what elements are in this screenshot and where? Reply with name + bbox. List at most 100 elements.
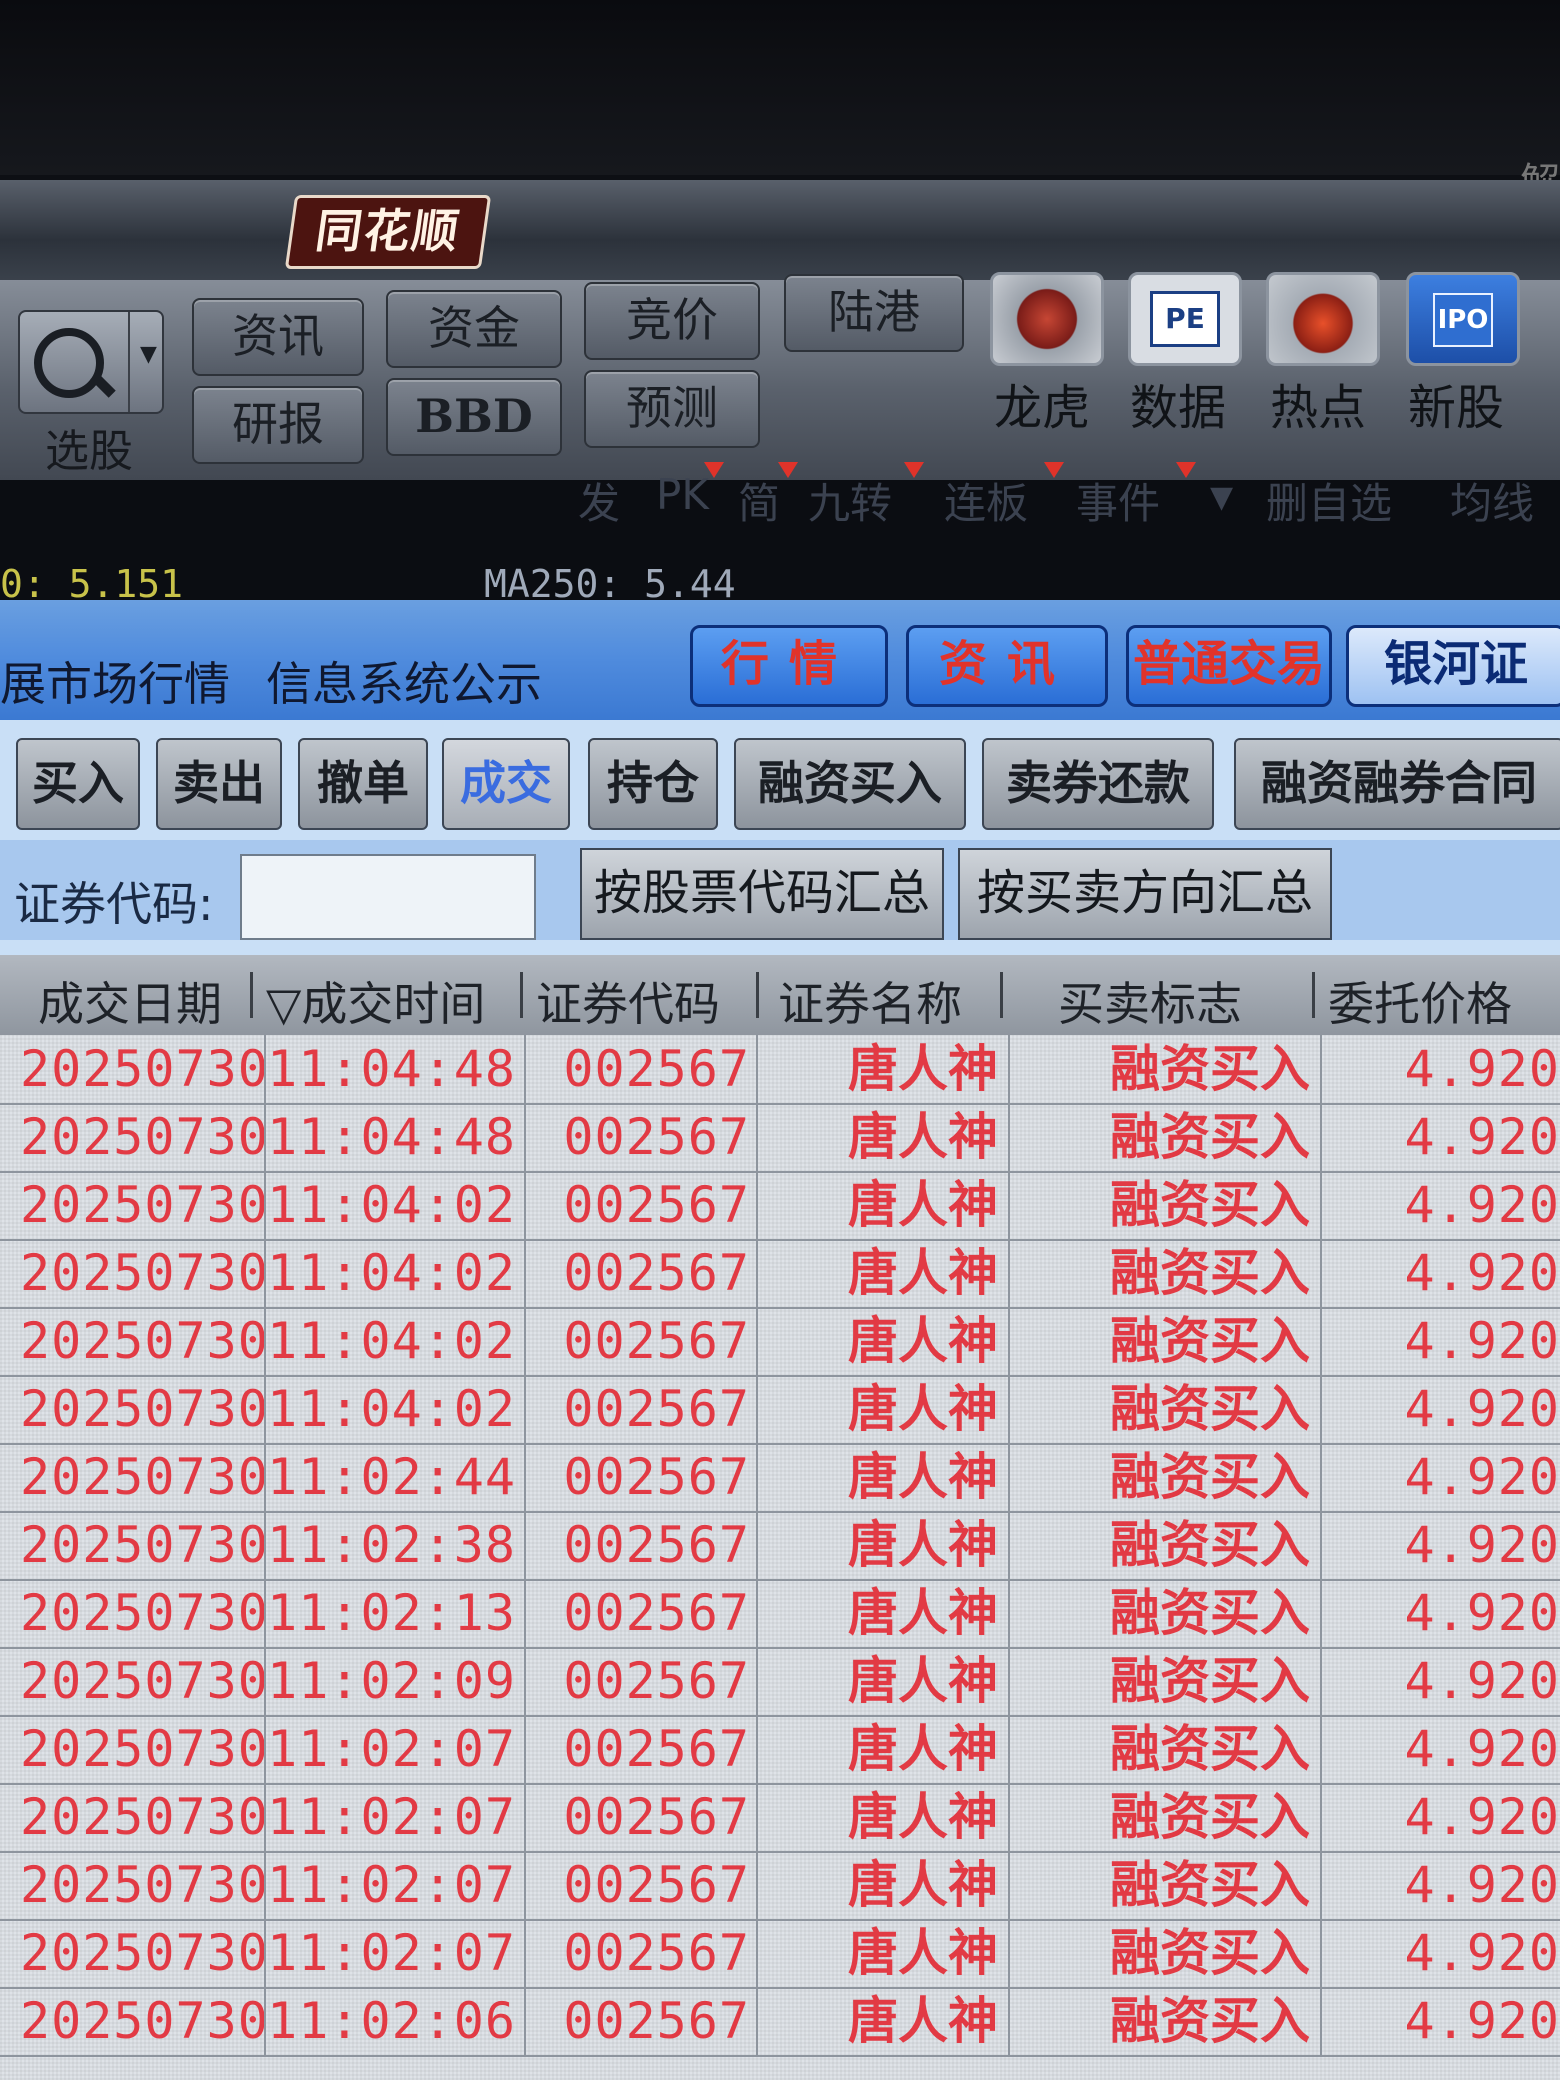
table-row[interactable]: 20250730 11:04:48 002567 唐人神 融资买入 4.920 bbox=[0, 1103, 1560, 1173]
column-header-time[interactable]: ▽成交时间 bbox=[266, 968, 485, 1034]
cell-price: 4.920 bbox=[1404, 1924, 1560, 1982]
table-row[interactable]: 20250730 11:02:13 002567 唐人神 融资买入 4.920 bbox=[0, 1579, 1560, 1649]
toolbar-research-button[interactable]: 研报 bbox=[192, 386, 364, 464]
trade-tab-margin-contract[interactable]: 融资融券合同 bbox=[1234, 738, 1560, 830]
table-row[interactable]: 20250730 11:02:07 002567 唐人神 融资买入 4.920 bbox=[0, 1783, 1560, 1853]
cell-side: 融资买入 bbox=[1010, 1239, 1322, 1307]
cell-side: 融资买入 bbox=[1010, 1103, 1322, 1171]
toolbar-hk-connect-button[interactable]: 陆港 bbox=[784, 274, 964, 352]
table-row[interactable]: 20250730 11:02:09 002567 唐人神 融资买入 4.920 bbox=[0, 1647, 1560, 1717]
pe-icon-glyph: PE bbox=[1150, 291, 1220, 347]
cell-side: 融资买入 bbox=[1010, 1987, 1322, 2055]
table-row[interactable]: 20250730 11:04:02 002567 唐人神 融资买入 4.920 bbox=[0, 1307, 1560, 1377]
column-header-code[interactable]: 证券代码 bbox=[536, 968, 720, 1034]
cell-time: 11:04:02 bbox=[266, 1307, 526, 1375]
table-row[interactable]: 20250730 11:02:07 002567 唐人神 融资买入 4.920 bbox=[0, 1851, 1560, 1921]
table-row[interactable]: 20250730 11:02:44 002567 唐人神 融资买入 4.920 bbox=[0, 1443, 1560, 1513]
data-label[interactable]: 数据 bbox=[1130, 368, 1226, 438]
quick-link-limit-board[interactable]: 连板 bbox=[944, 470, 1028, 531]
cell-price: 4.920 bbox=[1404, 1856, 1560, 1914]
trade-tab-sell[interactable]: 卖出 bbox=[156, 738, 282, 830]
quick-link-pk[interactable]: PK bbox=[656, 470, 709, 519]
cell-side: 融资买入 bbox=[1010, 1375, 1322, 1443]
trade-tab-sell-repay[interactable]: 卖券还款 bbox=[982, 738, 1214, 830]
trade-tab-positions[interactable]: 持仓 bbox=[588, 738, 718, 830]
column-header-name[interactable]: 证券名称 bbox=[778, 968, 962, 1034]
summary-by-code-button[interactable]: 按股票代码汇总 bbox=[580, 848, 944, 940]
ipo-icon[interactable]: IPO bbox=[1406, 272, 1520, 366]
quick-link-events[interactable]: 事件 bbox=[1076, 470, 1160, 531]
table-row[interactable]: 20250730 11:04:02 002567 唐人神 融资买入 4.920 bbox=[0, 1239, 1560, 1309]
chevron-down-icon[interactable]: ▼ bbox=[140, 342, 157, 367]
cell-side: 融资买入 bbox=[1010, 1307, 1322, 1375]
table-row[interactable]: 20250730 11:04:02 002567 唐人神 融资买入 4.920 bbox=[0, 1375, 1560, 1445]
cell-date: 20250730 bbox=[20, 1171, 266, 1239]
cell-time: 11:04:02 bbox=[266, 1171, 526, 1239]
pe-icon[interactable]: PE bbox=[1128, 272, 1242, 366]
toolbar-forecast-button[interactable]: 预测 bbox=[584, 370, 760, 448]
toolbar-auction-button[interactable]: 竞价 bbox=[584, 282, 760, 360]
cell-price: 4.920 bbox=[1404, 1312, 1560, 1370]
cell-side: 融资买入 bbox=[1010, 1171, 1322, 1239]
cell-name: 唐人神 bbox=[758, 1783, 1010, 1851]
quick-link-remove-watch[interactable]: 删自选 bbox=[1266, 470, 1392, 531]
cell-name: 唐人神 bbox=[758, 1171, 1010, 1239]
table-row[interactable]: 20250730 11:02:06 002567 唐人神 融资买入 4.920 bbox=[0, 1987, 1560, 2057]
dragon-tiger-label[interactable]: 龙虎 bbox=[994, 368, 1090, 438]
magnifier-icon bbox=[34, 328, 104, 398]
cell-code: 002567 bbox=[526, 1443, 758, 1511]
trade-tab-filled[interactable]: 成交 bbox=[442, 738, 570, 830]
cell-price: 4.920 bbox=[1404, 1448, 1560, 1506]
ipo-icon-glyph: IPO bbox=[1433, 293, 1493, 347]
cell-side: 融资买入 bbox=[1010, 1783, 1322, 1851]
table-row[interactable]: 20250730 11:02:07 002567 唐人神 融资买入 4.920 bbox=[0, 1715, 1560, 1785]
cell-name: 唐人神 bbox=[758, 1035, 1010, 1103]
table-row[interactable]: 20250730 11:04:48 002567 唐人神 融资买入 4.920 bbox=[0, 1035, 1560, 1105]
fire-icon[interactable] bbox=[1266, 272, 1380, 366]
toolbar-news-button[interactable]: 资讯 bbox=[192, 298, 364, 376]
new-stock-label[interactable]: 新股 bbox=[1408, 368, 1504, 438]
summary-by-side-button[interactable]: 按买卖方向汇总 bbox=[958, 848, 1332, 940]
security-code-input[interactable] bbox=[240, 854, 536, 940]
quick-link-jian[interactable]: 简 bbox=[738, 470, 780, 531]
cell-date: 20250730 bbox=[20, 1579, 266, 1647]
toolbar-bbd-button[interactable]: BBD bbox=[386, 378, 562, 456]
stock-select-button[interactable]: ▼ bbox=[18, 310, 164, 414]
cell-name: 唐人神 bbox=[758, 1307, 1010, 1375]
trade-table-body: 20250730 11:04:48 002567 唐人神 融资买入 4.920 … bbox=[0, 1035, 1560, 2080]
trade-tab-margin-buy[interactable]: 融资买入 bbox=[734, 738, 966, 830]
tab-normal-trade[interactable]: 普通交易 bbox=[1126, 625, 1332, 707]
hotspot-label[interactable]: 热点 bbox=[1270, 368, 1366, 438]
table-row[interactable]: 20250730 11:04:02 002567 唐人神 融资买入 4.920 bbox=[0, 1171, 1560, 1241]
toolbar-funds-button[interactable]: 资金 bbox=[386, 290, 562, 368]
cell-date: 20250730 bbox=[20, 1307, 266, 1375]
market-quotes-link[interactable]: 展市场行情 bbox=[0, 648, 230, 714]
chevron-down-icon[interactable]: ▼ bbox=[1210, 480, 1233, 515]
tab-galaxy-securities[interactable]: 银河证 bbox=[1346, 625, 1560, 707]
tab-news[interactable]: 资讯 bbox=[906, 625, 1108, 707]
cell-time: 11:02:07 bbox=[266, 1851, 526, 1919]
info-system-notice-link[interactable]: 信息系统公示 bbox=[266, 648, 542, 714]
quick-link-nine-turn[interactable]: 九转 bbox=[808, 470, 892, 531]
column-header-side[interactable]: 买卖标志 bbox=[1058, 968, 1242, 1034]
cell-name: 唐人神 bbox=[758, 1103, 1010, 1171]
cell-code: 002567 bbox=[526, 1307, 758, 1375]
quick-link-ma[interactable]: 均线 bbox=[1450, 470, 1534, 531]
tab-quotes[interactable]: 行情 bbox=[690, 625, 888, 707]
table-row[interactable]: 20250730 11:02:07 002567 唐人神 融资买入 4.920 bbox=[0, 1919, 1560, 1989]
table-row[interactable]: 20250730 11:02:38 002567 唐人神 融资买入 4.920 bbox=[0, 1511, 1560, 1581]
security-code-label: 证券代码: bbox=[14, 877, 214, 931]
column-header-price[interactable]: 委托价格 bbox=[1328, 968, 1512, 1034]
cell-time: 11:02:13 bbox=[266, 1579, 526, 1647]
cell-date: 20250730 bbox=[20, 1647, 266, 1715]
trade-tab-buy[interactable]: 买入 bbox=[16, 738, 140, 830]
cell-date: 20250730 bbox=[20, 1103, 266, 1171]
cell-date: 20250730 bbox=[20, 1239, 266, 1307]
trade-tab-cancel[interactable]: 撤单 bbox=[298, 738, 428, 830]
cell-name: 唐人神 bbox=[758, 1375, 1010, 1443]
dragon-icon[interactable] bbox=[990, 272, 1104, 366]
quick-link-fa[interactable]: 发 bbox=[578, 470, 620, 531]
cell-time: 11:04:48 bbox=[266, 1035, 526, 1103]
column-header-date[interactable]: 成交日期 bbox=[38, 968, 222, 1034]
cell-name: 唐人神 bbox=[758, 1987, 1010, 2055]
